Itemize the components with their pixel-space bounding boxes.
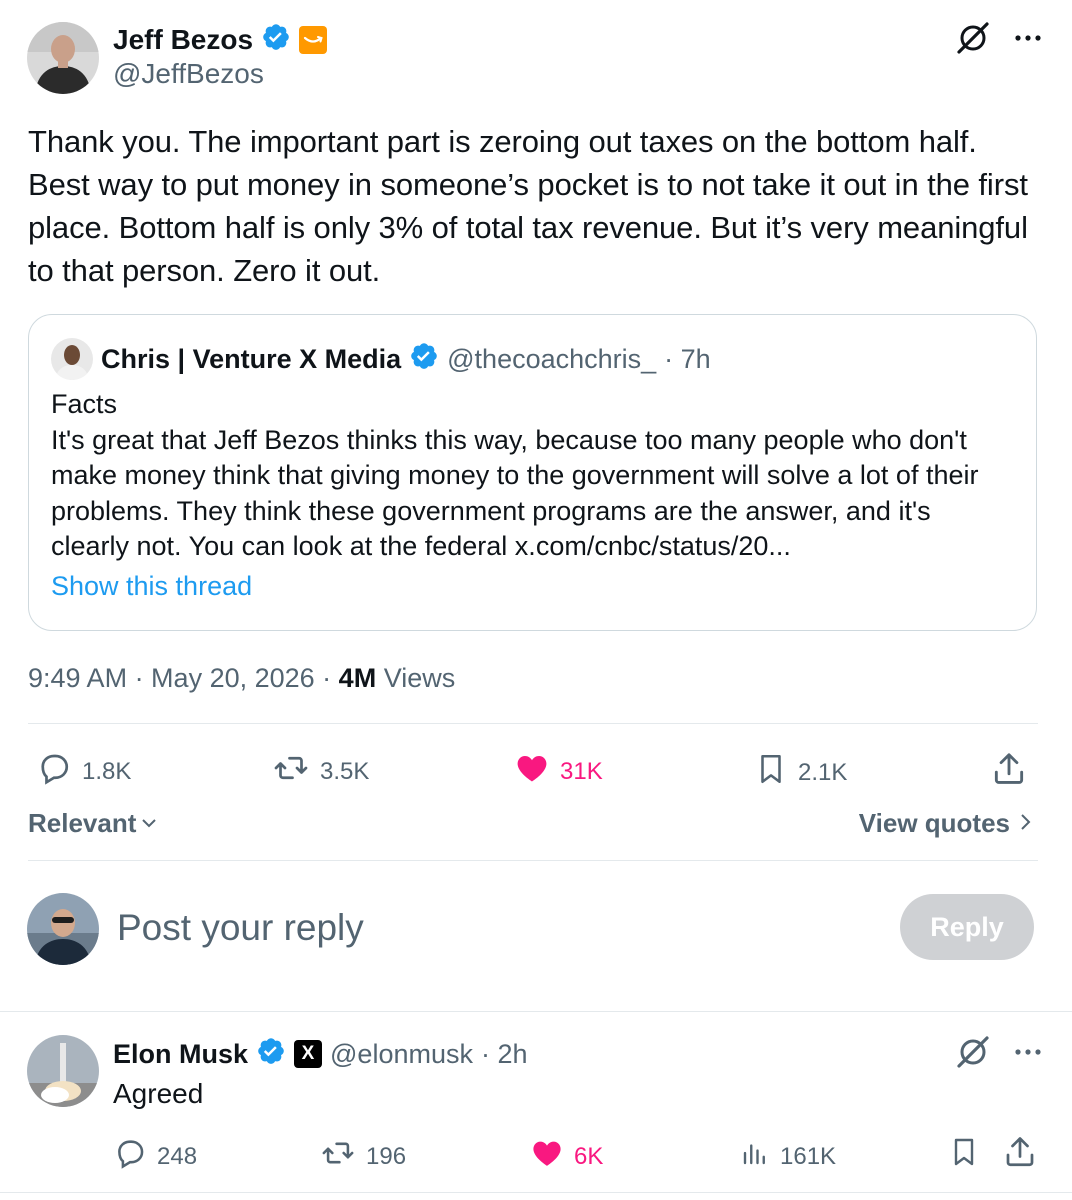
post-timestamp: 9:49 AM · May 20, 2026 · 4M Views [28, 660, 455, 696]
verified-icon [256, 1036, 286, 1073]
quote-author-handle[interactable]: @thecoachchris_ [447, 344, 656, 375]
reply-sort-dropdown[interactable]: Relevant [28, 808, 158, 839]
reply-like-button[interactable]: 6K [530, 1136, 603, 1177]
share-button[interactable] [990, 750, 1028, 795]
quote-author-name[interactable]: Chris | Venture X Media [101, 344, 401, 375]
quote-text-first-line: Facts [51, 389, 118, 419]
reply-author-handle[interactable]: @elonmusk [330, 1039, 473, 1070]
repost-button[interactable]: 3.5K [272, 750, 369, 793]
reply-bookmark-button[interactable] [948, 1134, 980, 1177]
author-handle[interactable]: @JeffBezos [113, 58, 264, 90]
author-avatar[interactable] [27, 22, 99, 94]
quote-time[interactable]: · 7h [664, 344, 711, 375]
chevron-down-icon [140, 808, 158, 839]
like-count: 31K [560, 757, 603, 785]
views-label: Views [376, 663, 456, 693]
divider [28, 723, 1038, 724]
reply-share-button[interactable] [1002, 1134, 1038, 1177]
chevron-right-icon [1018, 808, 1032, 839]
quoted-post-card[interactable]: Chris | Venture X Media @thecoachchris_ … [28, 314, 1037, 631]
like-button[interactable]: 31K [514, 750, 603, 793]
reply-icon [113, 1136, 147, 1177]
heart-icon [514, 750, 550, 793]
reply-button[interactable]: 1.8K [36, 750, 131, 793]
view-quotes-link[interactable]: View quotes [859, 808, 1032, 839]
reply-repost-count: 196 [366, 1142, 407, 1170]
bookmark-count: 2.1K [798, 758, 848, 786]
reply-views-button[interactable]: 161K [740, 1136, 836, 1177]
bookmark-button[interactable]: 2.1K [754, 750, 847, 795]
current-user-avatar[interactable] [27, 893, 99, 965]
analytics-icon [740, 1136, 770, 1177]
reply-like-count: 6K [574, 1142, 604, 1170]
reply-submit-button[interactable]: Reply [900, 894, 1034, 960]
view-quotes-label: View quotes [858, 808, 1010, 838]
grok-icon[interactable] [955, 20, 991, 61]
reply-views-count: 161K [780, 1142, 837, 1170]
divider [28, 860, 1038, 861]
more-icon[interactable] [1013, 23, 1043, 58]
reply-author-name[interactable]: Elon Musk [113, 1039, 248, 1070]
views-count: 4M [338, 663, 377, 693]
more-icon[interactable] [1013, 1037, 1043, 1072]
reply-input[interactable] [117, 900, 857, 956]
author-name[interactable]: Jeff Bezos [113, 24, 253, 56]
reply-icon [36, 750, 72, 793]
share-icon [990, 750, 1028, 795]
bookmark-icon [754, 750, 788, 795]
reply-reply-button[interactable]: 248 [113, 1136, 197, 1177]
repost-icon [272, 750, 310, 793]
verified-icon [409, 341, 439, 378]
sort-label: Relevant [28, 808, 137, 838]
post-text: Thank you. The important part is zeroing… [28, 124, 1028, 288]
reply-author-avatar[interactable] [27, 1035, 99, 1107]
reply-repost-button[interactable]: 196 [320, 1136, 406, 1177]
quote-author-avatar[interactable] [51, 338, 93, 380]
grok-icon[interactable] [955, 1034, 991, 1075]
verified-icon [261, 22, 291, 59]
reply-time[interactable]: · 2h [481, 1039, 528, 1070]
divider [0, 1192, 1072, 1193]
x-affiliate-icon[interactable]: X [294, 1040, 323, 1068]
reply-count: 1.8K [82, 757, 132, 785]
reply-text: Agreed [113, 1078, 204, 1109]
share-icon [1002, 1134, 1038, 1177]
repost-icon [320, 1136, 356, 1177]
amazon-affiliate-icon[interactable] [299, 26, 328, 54]
bookmark-icon [948, 1134, 980, 1177]
quote-text-body: It's great that Jeff Bezos thinks this w… [51, 424, 979, 562]
timestamp-text[interactable]: 9:49 AM · May 20, 2026 · [28, 663, 339, 693]
quote-text: Facts It's great that Jeff Bezos thinks … [51, 387, 1016, 565]
reply-reply-count: 248 [157, 1142, 198, 1170]
show-thread-link[interactable]: Show this thread [51, 571, 252, 602]
divider [0, 1011, 1072, 1012]
heart-icon [530, 1136, 564, 1177]
repost-count: 3.5K [320, 757, 370, 785]
